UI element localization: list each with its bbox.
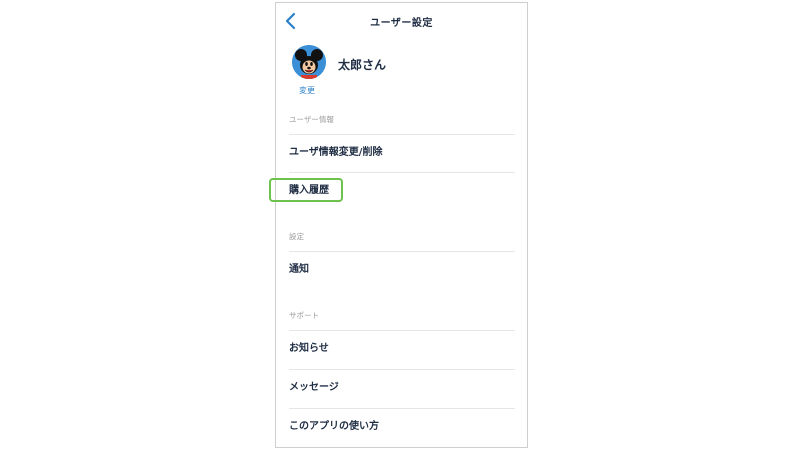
app-screen: ユーザー設定 太郎さん 変更 ユーザー情報 ユーザ情報変更/削除 購入履歴 設定 xyxy=(275,2,528,448)
divider xyxy=(289,172,515,173)
mouse-character-avatar xyxy=(292,45,326,79)
menu-item-messages[interactable]: メッセージ xyxy=(289,376,515,400)
page-title: ユーザー設定 xyxy=(370,18,433,29)
user-name: 太郎さん xyxy=(338,58,387,72)
change-avatar-link[interactable]: 変更 xyxy=(299,85,315,96)
divider xyxy=(289,408,515,409)
menu-item-notifications[interactable]: 通知 xyxy=(289,258,515,282)
header-bar: ユーザー設定 xyxy=(276,3,527,39)
menu-item-news[interactable]: お知らせ xyxy=(289,337,515,361)
divider xyxy=(289,251,515,252)
divider xyxy=(289,369,515,370)
menu-item-edit-user-info[interactable]: ユーザ情報変更/削除 xyxy=(289,141,515,165)
menu-item-how-to-use[interactable]: このアプリの使い方 xyxy=(289,415,515,439)
divider xyxy=(289,330,515,331)
section-label-user-info: ユーザー情報 xyxy=(289,115,334,124)
highlight-box-purchase-history xyxy=(269,178,343,202)
avatar[interactable] xyxy=(292,45,326,79)
profile-section: 太郎さん 変更 xyxy=(292,45,512,99)
section-label-support: サポート xyxy=(289,311,319,320)
section-label-settings: 設定 xyxy=(289,232,304,241)
divider xyxy=(289,134,515,135)
